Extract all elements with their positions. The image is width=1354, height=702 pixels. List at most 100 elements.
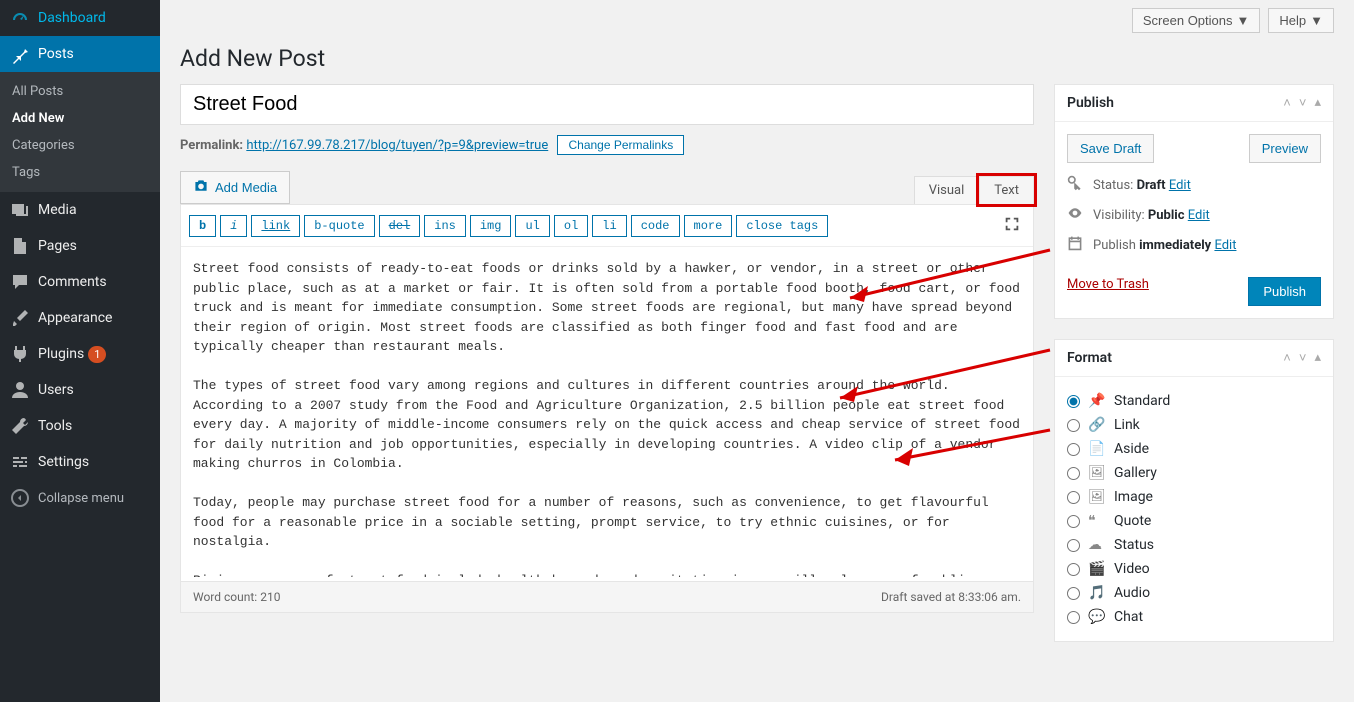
- tb-img[interactable]: img: [470, 215, 512, 237]
- format-label: Quote: [1114, 513, 1151, 529]
- panel-down-icon[interactable]: ˅: [1299, 350, 1307, 366]
- collapse-menu[interactable]: Collapse menu: [0, 480, 160, 516]
- tb-ins[interactable]: ins: [424, 215, 466, 237]
- sidebar-item-media[interactable]: Media: [0, 192, 160, 228]
- fullscreen-button[interactable]: [999, 211, 1025, 240]
- page-title: Add New Post: [180, 45, 1334, 72]
- status-value: Draft: [1137, 178, 1166, 193]
- brush-icon: [10, 308, 30, 328]
- status-row: Status: Draft Edit: [1067, 175, 1321, 195]
- format-audio[interactable]: 🎵Audio: [1067, 581, 1321, 605]
- format-label: Status: [1114, 537, 1154, 553]
- screen-options-button[interactable]: Screen Options ▼: [1132, 8, 1260, 33]
- pin-icon: [10, 44, 30, 64]
- format-link[interactable]: 🔗Link: [1067, 413, 1321, 437]
- preview-button[interactable]: Preview: [1249, 134, 1321, 163]
- tb-ol[interactable]: ol: [554, 215, 588, 237]
- format-radio[interactable]: [1067, 419, 1080, 432]
- format-radio[interactable]: [1067, 563, 1080, 576]
- sidebar-item-tools[interactable]: Tools: [0, 408, 160, 444]
- format-radio[interactable]: [1067, 491, 1080, 504]
- tb-li[interactable]: li: [592, 215, 626, 237]
- change-permalinks-button[interactable]: Change Permalinks: [557, 135, 684, 155]
- tb-closetags[interactable]: close tags: [736, 215, 828, 237]
- submenu-tags[interactable]: Tags: [0, 159, 160, 186]
- save-draft-button[interactable]: Save Draft: [1067, 134, 1154, 163]
- page-icon: [10, 236, 30, 256]
- tb-link[interactable]: link: [251, 215, 300, 237]
- screen-options-label: Screen Options: [1143, 13, 1233, 28]
- post-title-input[interactable]: [180, 84, 1034, 125]
- format-panel-title: Format: [1067, 350, 1112, 366]
- format-label: Gallery: [1114, 465, 1157, 481]
- pin-icon: 📌: [1088, 393, 1106, 409]
- gallery-icon: 🖼: [1088, 465, 1106, 481]
- cloud-icon: ☁: [1088, 537, 1106, 553]
- sidebar-item-posts[interactable]: Posts: [0, 36, 160, 72]
- format-video[interactable]: 🎬Video: [1067, 557, 1321, 581]
- tab-text[interactable]: Text: [979, 176, 1034, 204]
- editor-tabs: Visual Text: [914, 176, 1034, 204]
- submenu-categories[interactable]: Categories: [0, 132, 160, 159]
- format-chat[interactable]: 💬Chat: [1067, 605, 1321, 629]
- permalink-url[interactable]: http://167.99.78.217/blog/tuyen/?p=9&pre…: [246, 138, 548, 153]
- tb-italic[interactable]: i: [220, 215, 247, 237]
- format-radio[interactable]: [1067, 467, 1080, 480]
- help-button[interactable]: Help ▼: [1268, 8, 1334, 33]
- sidebar-item-comments[interactable]: Comments: [0, 264, 160, 300]
- move-trash-link[interactable]: Move to Trash: [1067, 277, 1149, 306]
- submenu-add-new[interactable]: Add New: [0, 105, 160, 132]
- panel-up-icon[interactable]: ˄: [1283, 350, 1291, 366]
- tb-code[interactable]: code: [631, 215, 680, 237]
- format-aside[interactable]: 📄Aside: [1067, 437, 1321, 461]
- format-options: 📌Standard 🔗Link 📄Aside 🖼 Gallery 🖼Image ❝…: [1055, 377, 1333, 641]
- user-icon: [10, 380, 30, 400]
- status-edit-link[interactable]: Edit: [1169, 178, 1191, 193]
- tab-visual[interactable]: Visual: [914, 176, 980, 204]
- collapse-label: Collapse menu: [38, 491, 124, 506]
- format-radio[interactable]: [1067, 395, 1080, 408]
- format-radio[interactable]: [1067, 515, 1080, 528]
- format-panel: Format ˄ ˅ ▴ 📌Standard 🔗Link 📄Aside 🖼 Gal…: [1054, 339, 1334, 642]
- sidebar-item-pages[interactable]: Pages: [0, 228, 160, 264]
- main-content: Screen Options ▼ Help ▼ Add New Post Per…: [160, 0, 1354, 702]
- format-radio[interactable]: [1067, 539, 1080, 552]
- panel-toggle-icon[interactable]: ▴: [1314, 350, 1321, 366]
- submenu-all-posts[interactable]: All Posts: [0, 78, 160, 105]
- format-standard[interactable]: 📌Standard: [1067, 389, 1321, 413]
- format-label: Chat: [1114, 609, 1143, 625]
- tb-bquote[interactable]: b-quote: [304, 215, 374, 237]
- publish-date-edit-link[interactable]: Edit: [1214, 238, 1236, 253]
- sidebar-item-users[interactable]: Users: [0, 372, 160, 408]
- sidebar-item-plugins[interactable]: Plugins 1: [0, 336, 160, 372]
- sliders-icon: [10, 452, 30, 472]
- quote-icon: ❝: [1088, 513, 1106, 529]
- word-count: Word count: 210: [193, 590, 280, 604]
- format-label: Aside: [1114, 441, 1149, 457]
- format-gallery[interactable]: 🖼 Gallery: [1067, 461, 1321, 485]
- tb-del[interactable]: del: [379, 215, 421, 237]
- format-label: Video: [1114, 561, 1150, 577]
- visibility-edit-link[interactable]: Edit: [1188, 208, 1210, 223]
- format-status[interactable]: ☁ Status: [1067, 533, 1321, 557]
- tb-ul[interactable]: ul: [515, 215, 549, 237]
- format-quote[interactable]: ❝ Quote: [1067, 509, 1321, 533]
- visibility-label: Visibility:: [1093, 208, 1145, 223]
- panel-toggle-icon[interactable]: ▴: [1314, 95, 1321, 111]
- tb-more[interactable]: more: [684, 215, 733, 237]
- format-radio[interactable]: [1067, 443, 1080, 456]
- format-image[interactable]: 🖼Image: [1067, 485, 1321, 509]
- panel-up-icon[interactable]: ˄: [1283, 95, 1291, 111]
- panel-down-icon[interactable]: ˅: [1299, 95, 1307, 111]
- sidebar-label: Plugins: [38, 346, 84, 362]
- add-media-button[interactable]: Add Media: [180, 171, 290, 204]
- tb-bold[interactable]: b: [189, 215, 216, 237]
- publish-button[interactable]: Publish: [1248, 277, 1321, 306]
- format-radio[interactable]: [1067, 587, 1080, 600]
- format-radio[interactable]: [1067, 611, 1080, 624]
- sidebar-item-settings[interactable]: Settings: [0, 444, 160, 480]
- content-textarea[interactable]: [181, 247, 1033, 577]
- sidebar-item-appearance[interactable]: Appearance: [0, 300, 160, 336]
- format-label: Link: [1114, 417, 1140, 433]
- sidebar-item-dashboard[interactable]: Dashboard: [0, 0, 160, 36]
